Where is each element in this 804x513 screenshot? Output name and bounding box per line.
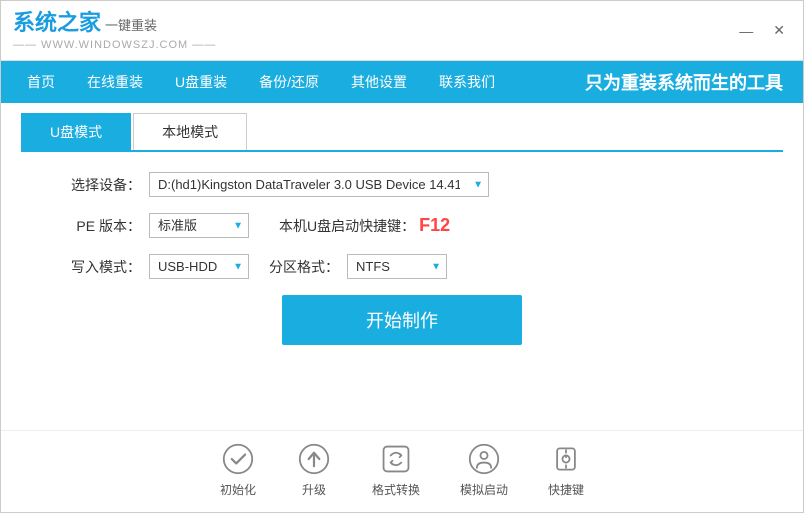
pe-label: PE 版本： xyxy=(61,216,141,236)
shortcut-label: 本机U盘启动快捷键： xyxy=(279,216,415,236)
pe-select-wrapper: 标准版 xyxy=(149,213,249,238)
write-row: 写入模式： USB-HDD 分区格式： NTFS xyxy=(61,254,743,279)
title-bar: 系统之家 一键重装 —— WWW.WINDOWSZJ.COM —— — ✕ xyxy=(1,1,803,61)
device-select[interactable]: D:(hd1)Kingston DataTraveler 3.0 USB Dev… xyxy=(149,172,489,197)
app-logo: 系统之家 一键重装 —— WWW.WINDOWSZJ.COM —— xyxy=(13,10,216,50)
tool-init[interactable]: 初始化 xyxy=(220,441,256,498)
partition-label: 分区格式： xyxy=(269,257,339,277)
tool-init-label: 初始化 xyxy=(220,481,256,498)
tool-format-label: 格式转换 xyxy=(372,481,420,498)
tool-shortcut[interactable]: 快捷键 xyxy=(548,441,584,498)
write-label: 写入模式： xyxy=(61,257,141,277)
nav-contact[interactable]: 联系我们 xyxy=(423,61,511,103)
tool-simulate[interactable]: 模拟启动 xyxy=(460,441,508,498)
nav-slogan: 只为重装系统而生的工具 xyxy=(585,69,793,95)
format-icon xyxy=(378,441,414,477)
shortcut-icon xyxy=(548,441,584,477)
tool-shortcut-label: 快捷键 xyxy=(548,481,584,498)
main-window: 系统之家 一键重装 —— WWW.WINDOWSZJ.COM —— — ✕ 首页… xyxy=(0,0,804,513)
nav-backup-restore[interactable]: 备份/还原 xyxy=(243,61,335,103)
partition-select[interactable]: NTFS xyxy=(347,254,447,279)
upgrade-icon xyxy=(296,441,332,477)
device-label: 选择设备： xyxy=(61,175,141,195)
nav-usb-reinstall[interactable]: U盘重装 xyxy=(159,61,243,103)
tool-format[interactable]: 格式转换 xyxy=(372,441,420,498)
nav-other-settings[interactable]: 其他设置 xyxy=(335,61,423,103)
tab-bar: U盘模式 本地模式 xyxy=(21,113,783,152)
pe-row: PE 版本： 标准版 本机U盘启动快捷键： F12 xyxy=(61,213,743,238)
tool-upgrade[interactable]: 升级 xyxy=(296,441,332,498)
make-btn-wrapper: 开始制作 xyxy=(61,295,743,345)
tab-local-mode[interactable]: 本地模式 xyxy=(133,113,247,150)
write-select[interactable]: USB-HDD xyxy=(149,254,249,279)
tool-simulate-label: 模拟启动 xyxy=(460,481,508,498)
app-url: —— WWW.WINDOWSZJ.COM —— xyxy=(13,39,216,51)
simulate-icon xyxy=(466,441,502,477)
pe-select[interactable]: 标准版 xyxy=(149,213,249,238)
app-title: 系统之家 xyxy=(13,10,101,36)
device-row: 选择设备： D:(hd1)Kingston DataTraveler 3.0 U… xyxy=(61,172,743,197)
app-subtitle: 一键重装 xyxy=(105,15,157,34)
make-button[interactable]: 开始制作 xyxy=(282,295,522,345)
form-area: 选择设备： D:(hd1)Kingston DataTraveler 3.0 U… xyxy=(1,152,803,430)
main-content: U盘模式 本地模式 选择设备： D:(hd1)Kingston DataTrav… xyxy=(1,103,803,512)
tab-usb-mode[interactable]: U盘模式 xyxy=(21,113,131,150)
tool-upgrade-label: 升级 xyxy=(302,481,326,498)
write-select-wrapper: USB-HDD xyxy=(149,254,249,279)
partition-select-wrapper: NTFS xyxy=(347,254,447,279)
nav-home[interactable]: 首页 xyxy=(11,61,71,103)
nav-online-reinstall[interactable]: 在线重装 xyxy=(71,61,159,103)
close-button[interactable]: ✕ xyxy=(767,20,791,41)
minimize-button[interactable]: — xyxy=(733,21,759,41)
device-select-wrapper: D:(hd1)Kingston DataTraveler 3.0 USB Dev… xyxy=(149,172,489,197)
init-icon xyxy=(220,441,256,477)
nav-items: 首页 在线重装 U盘重装 备份/还原 其他设置 联系我们 xyxy=(11,61,511,103)
nav-bar: 首页 在线重装 U盘重装 备份/还原 其他设置 联系我们 只为重装系统而生的工具 xyxy=(1,61,803,103)
window-controls: — ✕ xyxy=(733,20,791,41)
shortcut-key-value: F12 xyxy=(419,215,450,236)
bottom-toolbar: 初始化 升级 xyxy=(1,430,803,512)
